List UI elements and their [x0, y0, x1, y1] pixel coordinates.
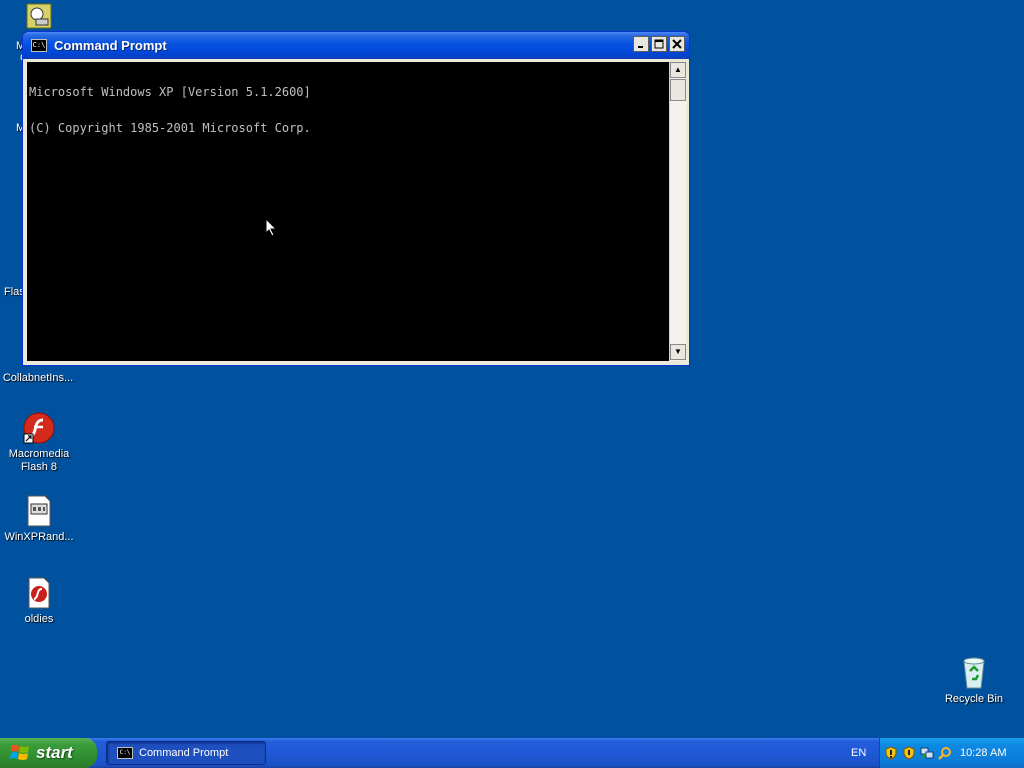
desktop-icon-label: Recycle Bin	[944, 693, 1004, 705]
security-alert-icon[interactable]	[902, 746, 916, 760]
desktop-icon-recycle-bin[interactable]: Recycle Bin	[936, 657, 1012, 706]
console-app-icon[interactable]: C:\	[31, 39, 47, 52]
maximize-icon	[654, 39, 664, 49]
console-app-icon: C:\	[117, 747, 133, 759]
maximize-button[interactable]	[651, 36, 667, 52]
close-button[interactable]	[669, 36, 685, 52]
console-output[interactable]: Microsoft Windows XP [Version 5.1.2600] …	[27, 62, 669, 361]
taskbar-item-label: Command Prompt	[139, 747, 229, 759]
system-tray: 10:28 AM	[879, 738, 1024, 768]
flash-file-icon	[23, 577, 55, 609]
minimize-button[interactable]	[633, 36, 649, 52]
window-controls	[633, 36, 685, 52]
desktop-icon-label: Macromedia Flash 8	[8, 448, 70, 473]
flash-icon	[23, 412, 55, 444]
start-button[interactable]: start	[0, 738, 97, 768]
windows-logo-icon	[10, 745, 29, 760]
scroll-down-button[interactable]: ▼	[670, 344, 686, 360]
desktop-icon-label: CollabnetIns...	[2, 372, 74, 384]
console-line: (C) Copyright 1985-2001 Microsoft Corp.	[29, 121, 311, 135]
language-indicator[interactable]: EN	[851, 747, 866, 759]
minimize-icon	[638, 46, 643, 48]
security-shield-icon[interactable]	[884, 746, 898, 760]
desktop-icon-oldies[interactable]: oldies	[1, 577, 77, 626]
console-line: Microsoft Windows XP [Version 5.1.2600]	[29, 85, 311, 99]
vertical-scrollbar[interactable]: ▲ ▼	[669, 62, 686, 361]
desktop-icon-winxprand[interactable]: WinXPRand...	[1, 495, 77, 544]
recycle-bin-icon	[958, 657, 990, 689]
mouse-pointer-icon	[265, 218, 278, 237]
start-label: start	[36, 743, 73, 762]
taskbar-item-command-prompt[interactable]: C:\ Command Prompt	[106, 741, 266, 765]
scroll-up-button[interactable]: ▲	[670, 62, 686, 78]
window-title: Command Prompt	[54, 38, 167, 53]
search-icon[interactable]	[938, 746, 952, 760]
close-icon	[672, 39, 682, 49]
command-prompt-window[interactable]: C:\ Command Prompt Microsoft Windows XP …	[22, 31, 690, 366]
desktop-icon-label: oldies	[24, 613, 54, 625]
text-file-icon	[23, 495, 55, 527]
desktop-icon-flash8[interactable]: Macromedia Flash 8	[1, 412, 77, 474]
clock[interactable]: 10:28 AM	[960, 747, 1006, 759]
title-bar[interactable]: C:\ Command Prompt	[23, 32, 689, 59]
desktop-icon-label: WinXPRand...	[4, 531, 74, 543]
scroll-thumb[interactable]	[670, 79, 686, 101]
taskbar: start C:\ Command Prompt EN 10:28 AM	[0, 738, 1024, 768]
desktop-icon-top[interactable]	[1, 3, 77, 33]
network-connection-icon[interactable]	[920, 746, 934, 760]
network-icon	[26, 3, 52, 29]
